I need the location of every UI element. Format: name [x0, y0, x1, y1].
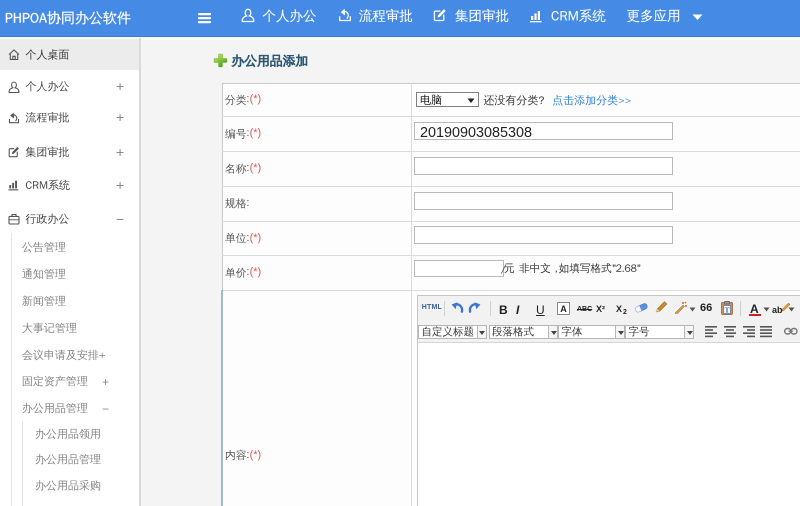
svg-text:T: T: [724, 306, 729, 315]
svg-text:A: A: [560, 304, 567, 314]
